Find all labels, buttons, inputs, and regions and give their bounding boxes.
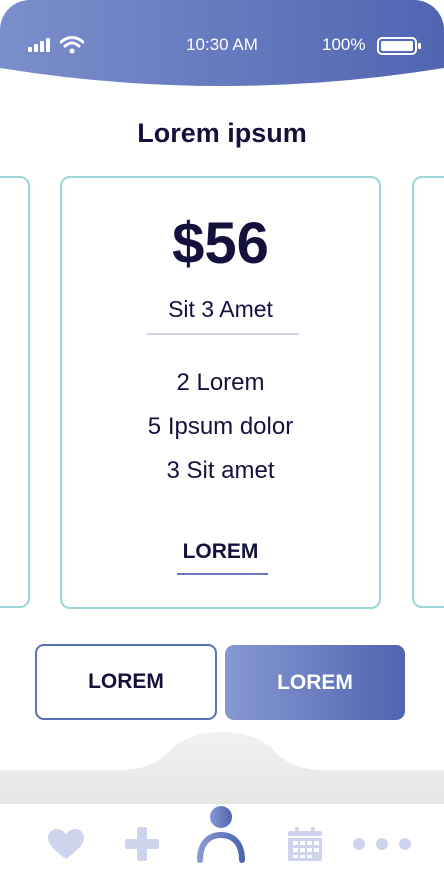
battery-icon xyxy=(377,37,421,55)
next-pricing-card[interactable] xyxy=(412,176,444,608)
feature-item: 2 Lorem xyxy=(176,369,265,396)
price: $56 xyxy=(172,211,269,276)
heart-icon[interactable] xyxy=(48,829,84,861)
plus-icon[interactable] xyxy=(125,827,159,861)
more-icon[interactable] xyxy=(352,837,412,851)
card-link[interactable]: LOREM xyxy=(62,540,379,564)
primary-button[interactable]: LOREM xyxy=(225,645,405,720)
plan-divider xyxy=(147,333,299,335)
feature-item: 3 Sit amet xyxy=(166,457,275,484)
phone-screen: 10:30 AM 100% Lorem ipsum $56 Sit 3 Amet… xyxy=(0,0,444,888)
card-link-underline xyxy=(177,573,268,575)
previous-pricing-card[interactable] xyxy=(0,176,30,608)
pricing-card[interactable]: $56 Sit 3 Amet 2 Lorem 5 Ipsum dolor 3 S… xyxy=(60,176,381,609)
plan-name: Sit 3 Amet xyxy=(168,296,273,322)
profile-icon[interactable] xyxy=(195,803,247,863)
feature-item: 5 Ipsum dolor xyxy=(147,413,294,440)
status-bar: 10:30 AM 100% xyxy=(0,0,444,86)
calendar-icon[interactable] xyxy=(287,826,323,862)
page-title: Lorem ipsum xyxy=(137,118,307,148)
secondary-button[interactable]: LOREM xyxy=(35,644,217,720)
battery-percentage: 100% xyxy=(322,35,366,54)
